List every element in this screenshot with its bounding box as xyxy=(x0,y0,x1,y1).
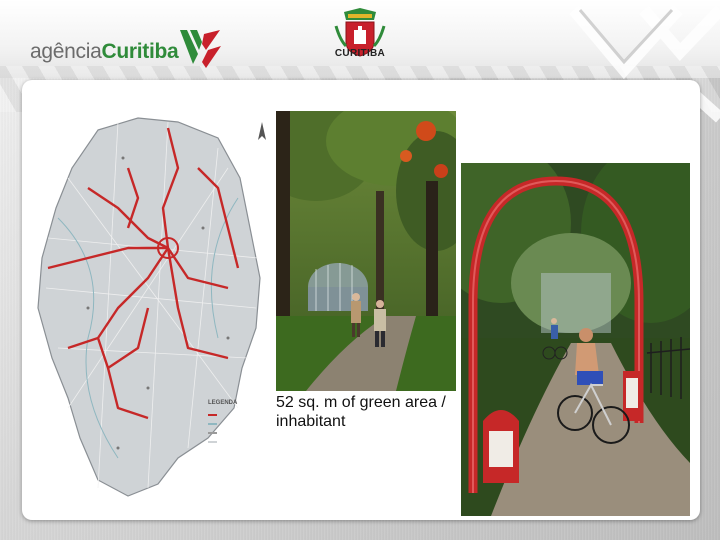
green-area-caption: 52 sq. m of green area / inhabitant xyxy=(276,393,456,431)
legend-title: LEGENDA xyxy=(208,400,238,406)
legend-item xyxy=(208,412,220,417)
seal-label: CURITIBA xyxy=(334,48,386,59)
park-path-photo xyxy=(276,111,456,391)
agencia-curitiba-logo: agênciaCuritiba xyxy=(30,28,230,68)
bike-path-photo xyxy=(461,163,690,516)
agencia-logo-text: agênciaCuritiba xyxy=(30,40,179,64)
logo-prefix: agência xyxy=(30,40,102,63)
legend-item xyxy=(208,439,220,444)
north-arrow-icon xyxy=(258,122,266,140)
logo-suffix: Curitiba xyxy=(101,40,179,63)
agencia-curitiba-logo-icon xyxy=(180,30,221,68)
legend-item xyxy=(208,421,220,426)
legend-item xyxy=(208,430,220,435)
